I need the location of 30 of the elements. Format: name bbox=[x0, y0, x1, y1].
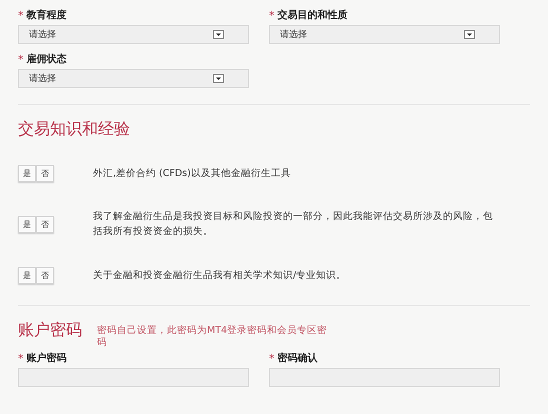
question-text: 我了解金融衍生品是我投资目标和风险投资的一部分，因此我能评估交易所涉及的风险，包括我所有投资资金的损失。 bbox=[93, 210, 493, 239]
password-field[interactable] bbox=[18, 368, 249, 387]
field-label: 教育程度 bbox=[26, 8, 66, 22]
required-mark: * bbox=[18, 352, 24, 364]
required-mark: * bbox=[18, 52, 24, 66]
section-title: 账户密码 bbox=[18, 320, 82, 341]
select-field[interactable]: 请选择 bbox=[18, 69, 249, 88]
question-text: 关于金融和投资金融衍生品我有相关学术知识/专业知识。 bbox=[93, 268, 348, 282]
select-field[interactable]: 请选择 bbox=[18, 25, 249, 44]
field-label: 交易目的和性质 bbox=[278, 8, 348, 22]
dropdown-icon bbox=[464, 30, 475, 39]
password-note: 密码自己设置，此密码为MT4登录密码和会员专区密码 bbox=[97, 325, 328, 349]
yes-button[interactable]: 是 bbox=[18, 216, 36, 232]
field-label: 密码确认 bbox=[278, 352, 318, 365]
yes-button[interactable]: 是 bbox=[18, 266, 36, 284]
field-label: 账户密码 bbox=[26, 351, 66, 365]
no-button[interactable]: 否 bbox=[36, 216, 54, 232]
password-field[interactable] bbox=[269, 368, 500, 387]
question-text: 外汇,差价合约 (CFDs)以及其他金融衍生工具 bbox=[93, 166, 292, 180]
no-button[interactable]: 否 bbox=[36, 266, 54, 284]
dropdown-icon bbox=[213, 30, 224, 39]
select-field[interactable]: 请选择 bbox=[269, 25, 500, 44]
yes-button[interactable]: 是 bbox=[18, 164, 36, 182]
required-mark: * bbox=[269, 8, 274, 22]
required-mark: * bbox=[18, 8, 24, 22]
dropdown-icon bbox=[213, 74, 224, 83]
section-title: 交易知识和经验 bbox=[18, 119, 131, 140]
required-mark: * bbox=[269, 352, 274, 364]
no-button[interactable]: 否 bbox=[36, 164, 54, 182]
field-label: 雇佣状态 bbox=[26, 52, 66, 66]
